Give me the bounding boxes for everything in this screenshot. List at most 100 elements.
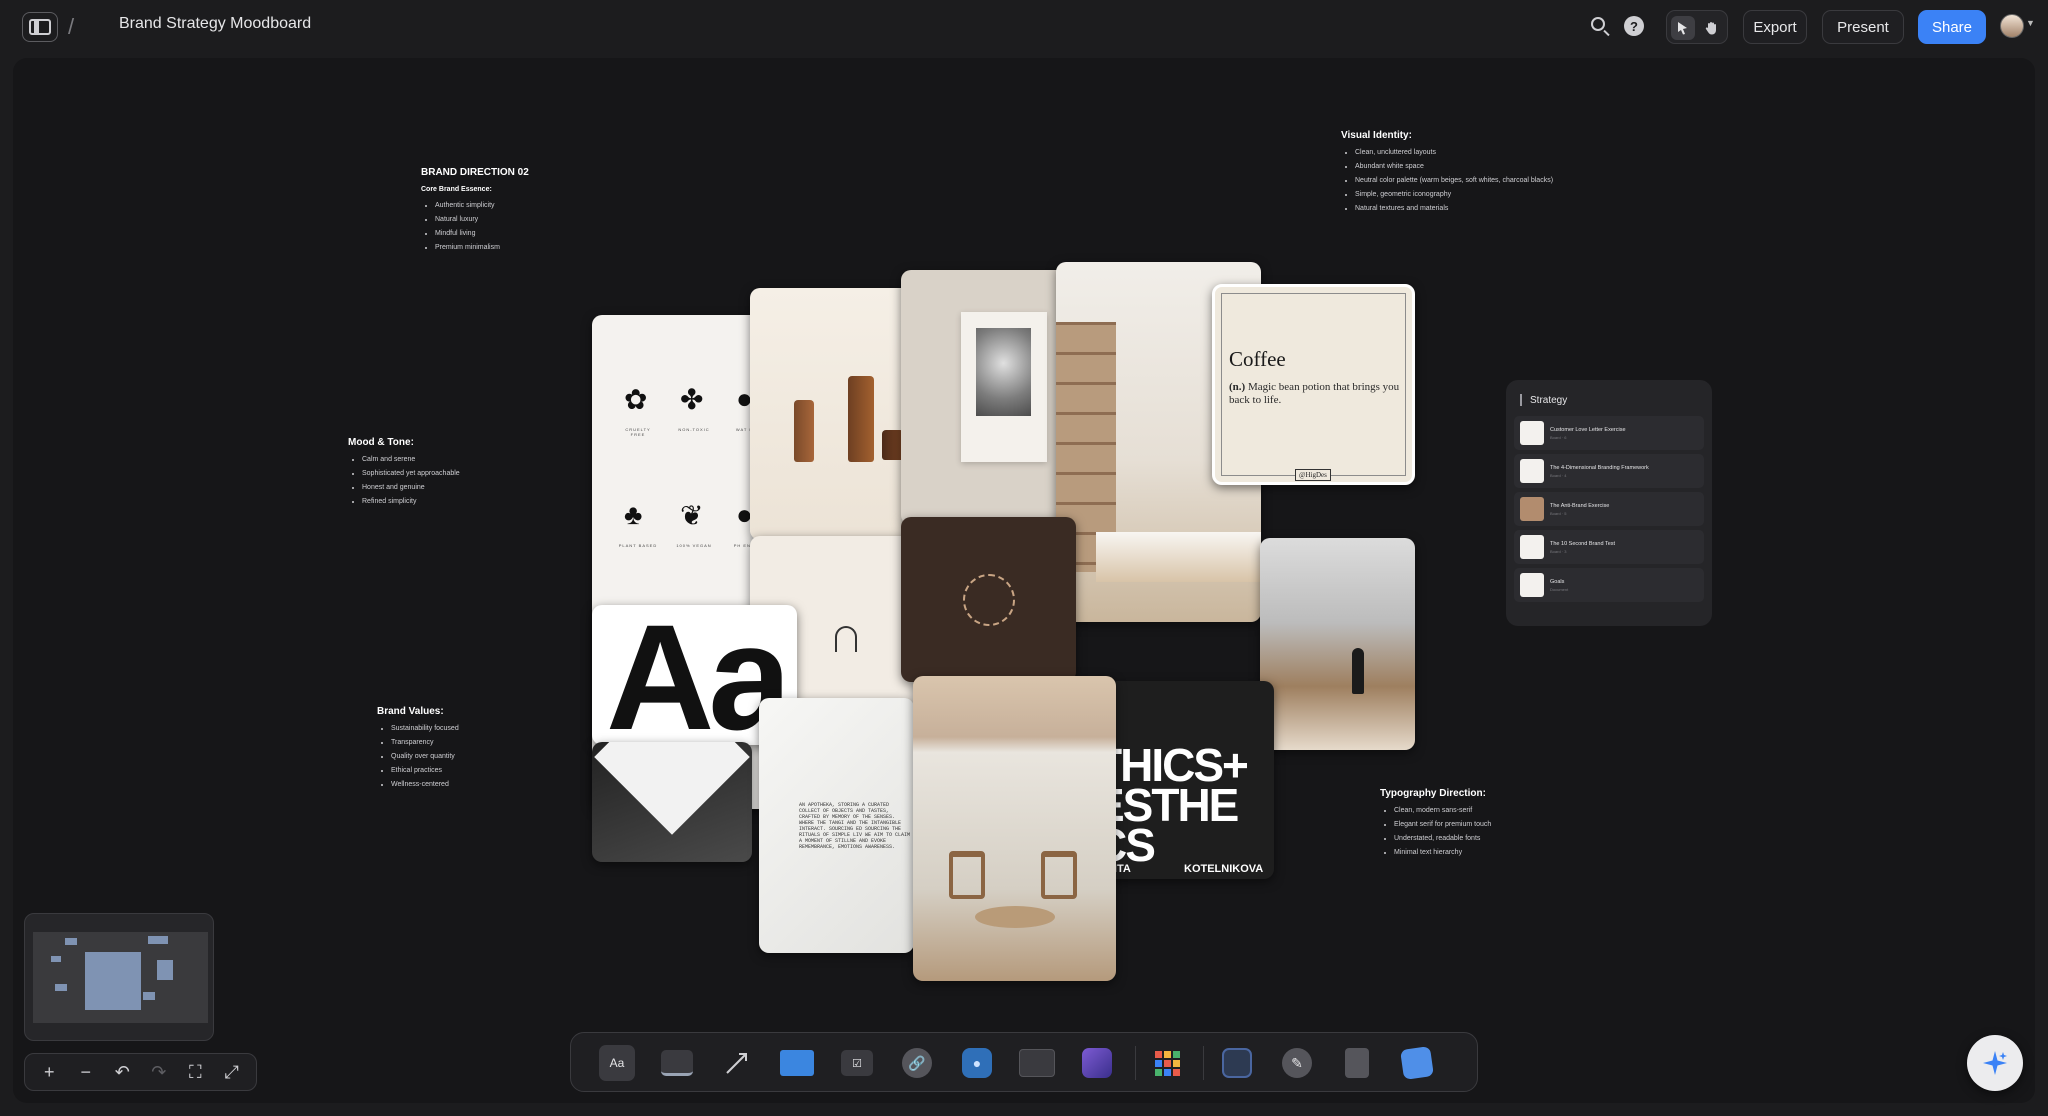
present-button[interactable]: Present — [1822, 10, 1904, 44]
minimap-viewport[interactable] — [33, 932, 208, 1023]
list-item: Sophisticated yet approachable — [362, 467, 460, 481]
strategy-title: Strategy — [1530, 394, 1568, 406]
list-item: Abundant white space — [1355, 160, 1553, 174]
comment-icon[interactable]: ● — [959, 1045, 995, 1081]
arrow-line-icon[interactable] — [719, 1045, 755, 1081]
sidebar-toggle-button[interactable] — [22, 12, 58, 42]
chair — [949, 851, 985, 899]
link-icon[interactable]: 🔗 — [899, 1045, 935, 1081]
list-item: Understated, readable fonts — [1394, 832, 1491, 846]
wreath-emblem-icon — [963, 574, 1015, 626]
card-cafe-interior[interactable] — [1260, 538, 1415, 750]
draw-pen-icon[interactable]: ✎ — [1279, 1045, 1315, 1081]
manifesto-text: AN APOTHEKA, STORING A CURATED COLLECT O… — [799, 802, 911, 850]
zoom-in-icon[interactable]: + — [35, 1058, 63, 1086]
list-item: Clean, modern sans-serif — [1394, 804, 1491, 818]
card-aesthetics-poster[interactable]: THICS+ ESTHE CS ARITA KOTELNIKOVA — [1098, 681, 1274, 879]
apps-grid-icon[interactable] — [1149, 1045, 1185, 1081]
board-canvas[interactable]: BRAND DIRECTION 02 Core Brand Essence: A… — [13, 58, 2035, 1103]
note-brand-values[interactable]: Brand Values: Sustainability focused Tra… — [377, 705, 459, 792]
text-tool[interactable]: Aa — [599, 1045, 635, 1081]
coffee-title: Coffee — [1229, 347, 1286, 371]
board-thumbnail-icon[interactable] — [87, 13, 113, 39]
board-thumbnail — [1520, 535, 1544, 559]
strategy-item-label: The 10 Second Brand Test — [1550, 540, 1616, 547]
note-tool-icon[interactable] — [659, 1045, 695, 1081]
note-subtitle: Core Brand Essence: — [421, 186, 492, 193]
user-avatar[interactable] — [2000, 14, 2024, 38]
board-thumbnail — [1520, 459, 1544, 483]
hand-pan-icon[interactable] — [1699, 16, 1723, 40]
list-item: Natural textures and materials — [1355, 202, 1553, 216]
card-framed-flower-print[interactable] — [901, 270, 1076, 525]
note-visual-identity[interactable]: Visual Identity: Clean, uncluttered layo… — [1341, 129, 1553, 216]
strategy-item[interactable]: Customer Love Letter Exercise Board · 6 — [1514, 416, 1704, 450]
image-upload-icon[interactable] — [1079, 1045, 1115, 1081]
select-pointer-icon[interactable] — [1671, 16, 1695, 40]
photo-frame — [961, 312, 1047, 462]
list-item: Simple, geometric iconography — [1355, 188, 1553, 202]
redo-icon[interactable]: ↷ — [145, 1058, 173, 1086]
note-title: Mood & Tone: — [348, 437, 414, 448]
strategy-item[interactable]: The Anti-Brand Exercise Board · 5 — [1514, 492, 1704, 526]
strategy-item[interactable]: Goals Document — [1514, 568, 1704, 602]
icon-label: PLANT BASED — [618, 543, 658, 548]
card-lounge-chairs[interactable] — [913, 676, 1116, 981]
list-item: Honest and genuine — [362, 481, 460, 495]
clover-glyph-icon: ✤ — [680, 384, 704, 415]
sparkle-icon — [1983, 1051, 2007, 1075]
table-icon[interactable] — [1019, 1045, 1055, 1081]
strategy-item[interactable]: The 10 Second Brand Test Board · 3 — [1514, 530, 1704, 564]
folder-icon[interactable] — [779, 1045, 815, 1081]
upload-icon[interactable] — [1399, 1045, 1435, 1081]
card-coffee-quote[interactable]: Coffee (n.) Magic bean potion that bring… — [1212, 284, 1415, 485]
breadcrumb-separator: / — [68, 14, 75, 39]
minimap[interactable] — [24, 913, 214, 1041]
document-icon — [1520, 573, 1544, 597]
fit-to-screen-icon[interactable]: ⛶ — [181, 1058, 209, 1086]
board-title[interactable]: Brand Strategy Moodboard — [119, 15, 311, 33]
chair — [1041, 851, 1077, 899]
strategy-item[interactable]: The 4-Dimensional Branding Framework Boar… — [1514, 454, 1704, 488]
zoom-out-icon[interactable]: − — [72, 1058, 100, 1086]
coffee-definition: (n.) Magic bean potion that brings you b… — [1229, 381, 1400, 406]
share-button[interactable]: Share — [1918, 10, 1986, 44]
list-item: Transparency — [391, 736, 459, 750]
strategy-item-label: The Anti-Brand Exercise — [1550, 502, 1610, 509]
chevron-down-icon[interactable]: ▼ — [2026, 18, 2035, 28]
help-icon[interactable]: ? — [1624, 16, 1644, 36]
strategy-item-meta: Board · 3 — [1550, 548, 1567, 554]
list-item: Calm and serene — [362, 453, 460, 467]
note-typography-direction[interactable]: Typography Direction: Clean, modern sans… — [1380, 787, 1491, 860]
clover-leaf-glyph-icon: ♣ — [624, 499, 643, 530]
strategy-item-meta: Board · 6 — [1550, 434, 1567, 440]
list-item: Minimal text hierarchy — [1394, 846, 1491, 860]
list-item: Ethical practices — [391, 764, 459, 778]
flower-glyph-icon: ✿ — [624, 384, 648, 415]
board-app-icon[interactable] — [1219, 1045, 1255, 1081]
undo-icon[interactable]: ↶ — [108, 1058, 136, 1086]
checklist-icon[interactable]: ☑ — [839, 1045, 875, 1081]
ai-assistant-button[interactable] — [1967, 1035, 2023, 1091]
export-button[interactable]: Export — [1743, 10, 1807, 44]
list-item: Premium minimalism — [435, 241, 529, 255]
card-manifesto-paper[interactable]: AN APOTHEKA, STORING A CURATED COLLECT O… — [759, 698, 914, 953]
strategy-board-card[interactable]: Strategy Customer Love Letter Exercise Bo… — [1506, 380, 1712, 626]
note-mood-tone[interactable]: Mood & Tone: Calm and serene Sophisticat… — [348, 436, 460, 509]
card-brown-emblem[interactable] — [901, 517, 1076, 682]
strategy-item-label: The 4-Dimensional Branding Framework — [1550, 464, 1649, 471]
fullscreen-icon[interactable]: ⤢ — [218, 1058, 246, 1086]
arch-logo-icon — [835, 626, 857, 652]
strategy-item-label: Customer Love Letter Exercise — [1550, 426, 1626, 433]
note-brand-direction[interactable]: BRAND DIRECTION 02 Core Brand Essence: A… — [421, 166, 529, 255]
card-hang-tag[interactable] — [592, 742, 752, 862]
board-thumbnail — [1520, 421, 1544, 445]
document-icon[interactable] — [1339, 1045, 1375, 1081]
hang-tag — [594, 742, 750, 835]
icon-label: 100% VEGAN — [676, 543, 712, 548]
leaf-glyph-icon: ❦ — [680, 500, 704, 531]
note-title: Brand Values: — [377, 706, 444, 717]
sidebar-icon — [29, 19, 51, 35]
zoom-controls: + − ↶ ↷ ⛶ ⤢ — [24, 1053, 257, 1091]
search-icon[interactable] — [1589, 15, 1611, 37]
